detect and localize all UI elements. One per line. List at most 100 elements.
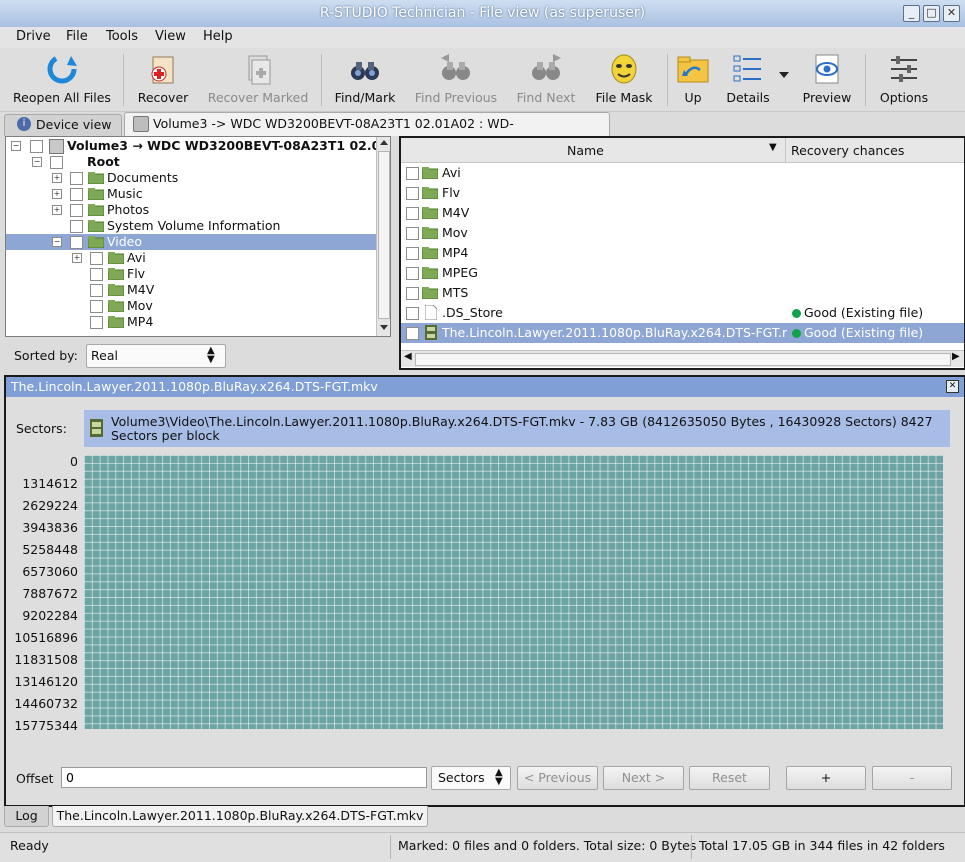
collapse-icon[interactable]: − bbox=[32, 157, 42, 167]
checkbox[interactable] bbox=[90, 316, 103, 329]
tree-row-photos[interactable]: + Photos bbox=[6, 202, 378, 218]
tree-row-video[interactable]: − Video bbox=[6, 234, 376, 250]
file-row[interactable]: MP4 bbox=[401, 243, 964, 263]
checkbox[interactable] bbox=[70, 204, 83, 217]
tree-row-avi[interactable]: + Avi bbox=[6, 250, 378, 266]
tab-log[interactable]: Log bbox=[4, 806, 49, 827]
checkbox[interactable] bbox=[90, 268, 103, 281]
sort-chevron-down-icon[interactable]: ▼ bbox=[769, 142, 777, 153]
find-mark-button[interactable]: Find/Mark bbox=[331, 52, 399, 105]
scroll-right-icon[interactable]: ▶ bbox=[952, 351, 960, 362]
minimize-icon[interactable]: _ bbox=[903, 5, 920, 22]
tree-row-flv[interactable]: Flv bbox=[6, 266, 378, 282]
checkbox[interactable] bbox=[406, 287, 419, 300]
previous-button[interactable]: < Previous bbox=[517, 766, 598, 790]
column-divider[interactable] bbox=[785, 138, 786, 162]
collapse-icon[interactable]: − bbox=[52, 237, 62, 247]
scroll-left-icon[interactable]: ◀ bbox=[404, 351, 412, 362]
tree-row-m4v[interactable]: M4V bbox=[6, 282, 378, 298]
reset-button[interactable]: Reset bbox=[689, 766, 770, 790]
find-previous-button[interactable]: Find Previous bbox=[412, 52, 500, 105]
sorted-by-value: Real bbox=[91, 348, 118, 363]
file-mask-button[interactable]: File Mask bbox=[592, 52, 656, 105]
menu-file[interactable]: File bbox=[66, 29, 88, 44]
scroll-down-icon[interactable] bbox=[380, 325, 388, 330]
column-recovery-header[interactable]: Recovery chances bbox=[791, 143, 904, 158]
tree-row-root[interactable]: − Root bbox=[6, 154, 378, 170]
checkbox[interactable] bbox=[90, 252, 103, 265]
tree-row-mp4[interactable]: MP4 bbox=[6, 314, 378, 330]
tree-scrollbar[interactable] bbox=[376, 137, 390, 336]
offset-unit-select[interactable]: Sectors ▲ ▼ bbox=[431, 766, 511, 790]
recover-marked-button[interactable]: Recover Marked bbox=[205, 52, 311, 105]
folder-icon bbox=[422, 267, 438, 279]
up-button[interactable]: Up bbox=[674, 52, 712, 105]
checkbox[interactable] bbox=[406, 327, 419, 340]
menu-view[interactable]: View bbox=[155, 29, 186, 44]
checkbox[interactable] bbox=[70, 172, 83, 185]
checkbox[interactable] bbox=[70, 188, 83, 201]
zoom-out-button[interactable]: - bbox=[872, 766, 952, 790]
file-row[interactable]: MTS bbox=[401, 283, 964, 303]
checkbox[interactable] bbox=[406, 307, 419, 320]
checkbox[interactable] bbox=[50, 156, 63, 169]
offset-input[interactable] bbox=[61, 767, 427, 788]
next-button[interactable]: Next > bbox=[603, 766, 684, 790]
checkbox[interactable] bbox=[406, 167, 419, 180]
sector-block-map[interactable] bbox=[84, 455, 943, 729]
file-row[interactable]: M4V bbox=[401, 203, 964, 223]
preview-label: Preview bbox=[802, 90, 852, 105]
collapse-icon[interactable]: − bbox=[11, 141, 21, 151]
menu-tools[interactable]: Tools bbox=[106, 29, 138, 44]
checkbox[interactable] bbox=[90, 300, 103, 313]
tree-item-label: Mov bbox=[127, 298, 153, 313]
checkbox[interactable] bbox=[30, 140, 43, 153]
file-row[interactable]: The.Lincoln.Lawyer.2011.1080p.BluRay.x26… bbox=[401, 323, 964, 343]
checkbox[interactable] bbox=[70, 236, 83, 249]
maximize-icon[interactable]: □ bbox=[923, 5, 940, 22]
tab-volume[interactable]: Volume3 -> WDC WD3200BEVT-08A23T1 02.01A… bbox=[124, 112, 610, 151]
zoom-in-button[interactable]: + bbox=[786, 766, 866, 790]
column-name-header[interactable]: Name bbox=[567, 143, 604, 158]
expand-icon[interactable]: + bbox=[52, 205, 62, 215]
checkbox[interactable] bbox=[406, 247, 419, 260]
options-button[interactable]: Options bbox=[874, 52, 934, 105]
scroll-up-icon[interactable] bbox=[380, 140, 388, 145]
scroll-thumb[interactable] bbox=[415, 353, 951, 366]
close-icon[interactable]: ✕ bbox=[946, 380, 959, 393]
expand-icon[interactable]: + bbox=[52, 189, 62, 199]
tree-row-mov[interactable]: Mov bbox=[6, 298, 378, 314]
details-button[interactable]: Details bbox=[722, 52, 774, 105]
file-row[interactable]: .DS_Store Good (Existing file) bbox=[401, 303, 964, 323]
tree-row-music[interactable]: + Music bbox=[6, 186, 378, 202]
expand-icon[interactable]: + bbox=[52, 173, 62, 183]
checkbox[interactable] bbox=[406, 267, 419, 280]
preview-button[interactable]: Preview bbox=[800, 52, 854, 105]
checkbox[interactable] bbox=[406, 187, 419, 200]
tab-device-view[interactable]: i Device view bbox=[4, 114, 122, 136]
checkbox[interactable] bbox=[70, 220, 83, 233]
checkbox[interactable] bbox=[90, 284, 103, 297]
close-icon[interactable]: ✕ bbox=[943, 5, 960, 22]
tab-sector-map[interactable]: The.Lincoln.Lawyer.2011.1080p.BluRay.x26… bbox=[52, 806, 428, 827]
tree-row-documents[interactable]: + Documents bbox=[6, 170, 378, 186]
file-row[interactable]: Flv bbox=[401, 183, 964, 203]
menu-drive[interactable]: Drive bbox=[16, 29, 51, 44]
file-row[interactable]: Avi bbox=[401, 163, 964, 183]
file-row[interactable]: MPEG bbox=[401, 263, 964, 283]
details-dropdown-icon[interactable] bbox=[779, 72, 789, 78]
recover-button[interactable]: Recover bbox=[131, 52, 195, 105]
file-list-hscrollbar[interactable]: ◀ ▶ bbox=[401, 350, 964, 367]
find-next-button[interactable]: Find Next bbox=[512, 52, 580, 105]
checkbox[interactable] bbox=[406, 207, 419, 220]
recovery-chance: Good (Existing file) bbox=[792, 303, 923, 323]
tree-row-volume[interactable]: − Volume3 → WDC WD3200BEVT-08A23T1 02.01 bbox=[6, 138, 389, 154]
checkbox[interactable] bbox=[406, 227, 419, 240]
file-row[interactable]: Mov bbox=[401, 223, 964, 243]
reopen-all-files-button[interactable]: Reopen All Files bbox=[12, 52, 112, 105]
tree-row-system-volume-information[interactable]: System Volume Information bbox=[6, 218, 378, 234]
menu-help[interactable]: Help bbox=[203, 29, 233, 44]
expand-icon[interactable]: + bbox=[72, 253, 82, 263]
scroll-thumb[interactable] bbox=[378, 151, 390, 319]
sorted-by-select[interactable]: Real ▲ ▼ bbox=[86, 344, 226, 368]
